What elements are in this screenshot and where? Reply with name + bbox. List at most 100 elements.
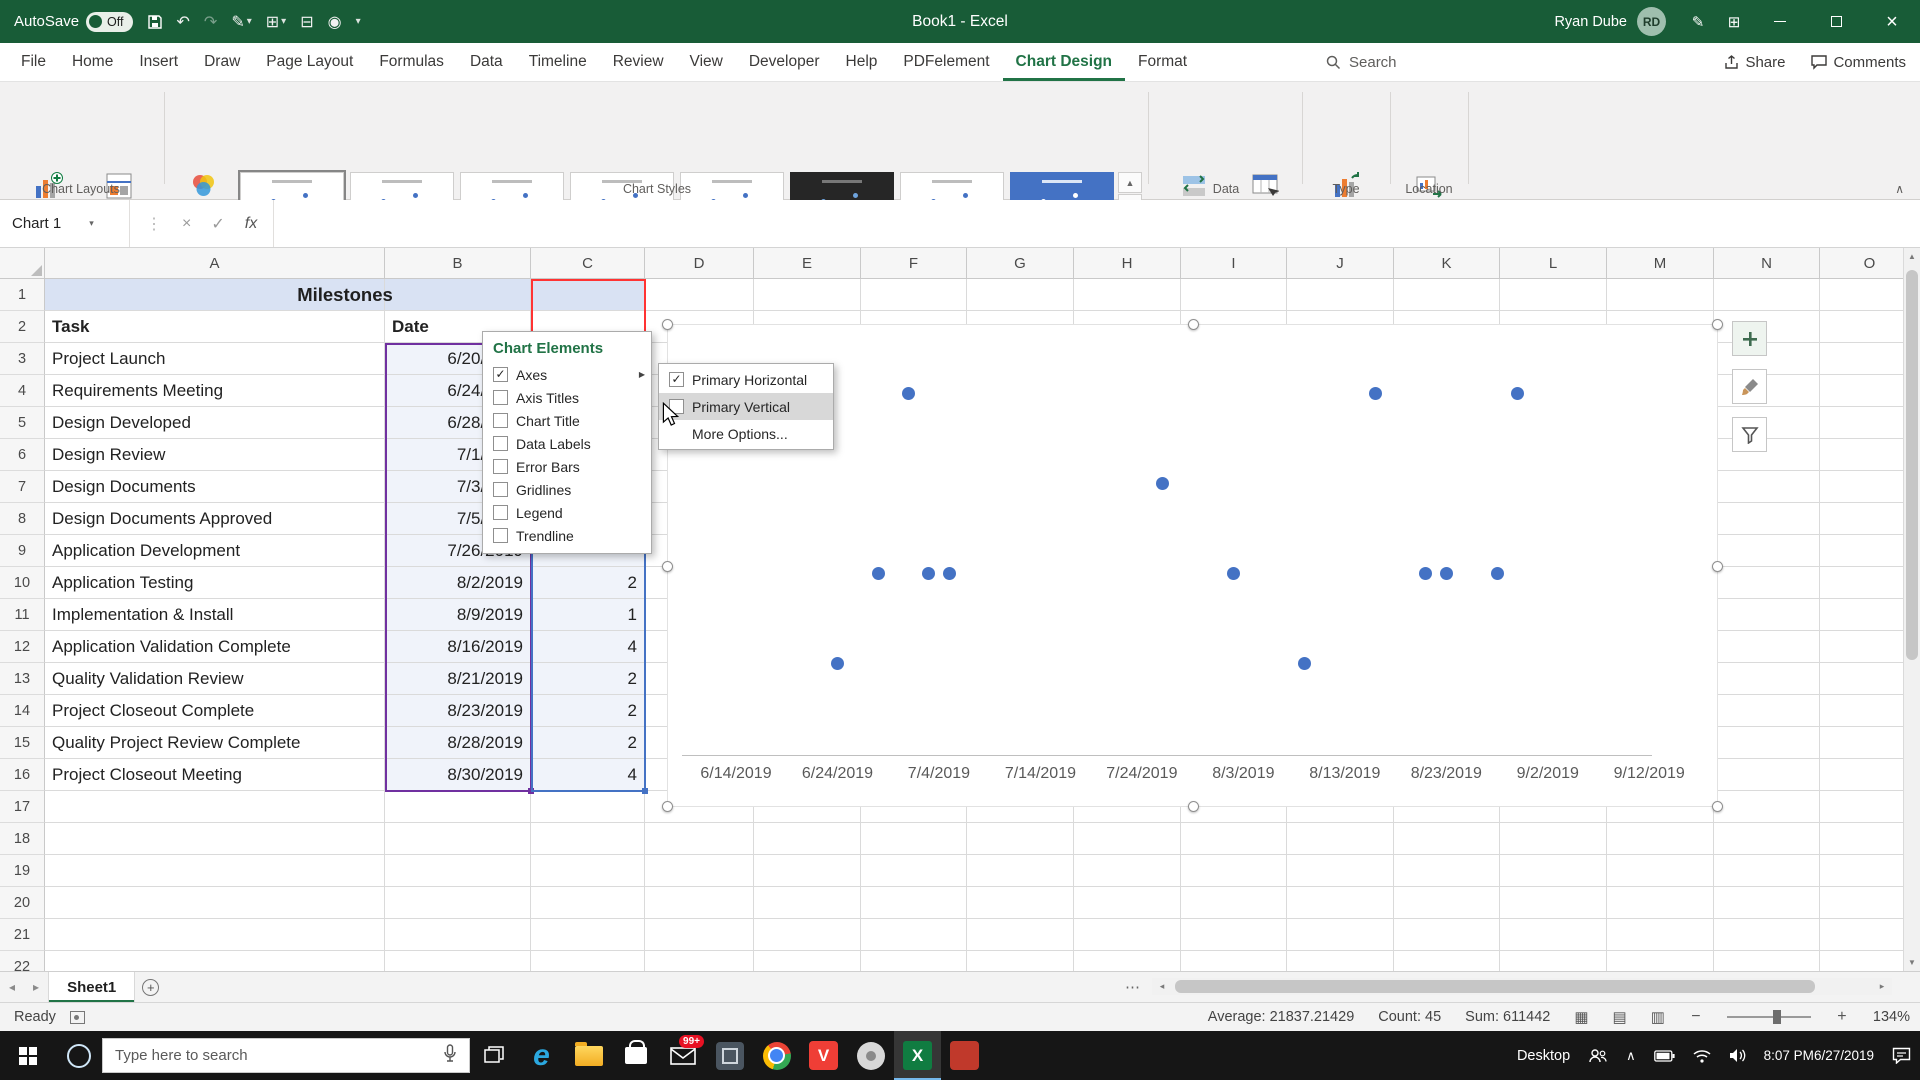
column-header-M[interactable]: M (1607, 248, 1714, 279)
cell-B14[interactable]: 8/23/2019 (385, 695, 531, 727)
cell[interactable] (967, 823, 1074, 855)
cell[interactable] (861, 919, 967, 951)
maximize-button[interactable] (1808, 0, 1864, 43)
column-header-J[interactable]: J (1287, 248, 1394, 279)
cell[interactable] (645, 919, 754, 951)
chart-elements-item-chart-title[interactable]: Chart Title (483, 409, 651, 432)
cancel-icon[interactable]: × (182, 215, 191, 233)
column-header-B[interactable]: B (385, 248, 531, 279)
data-point[interactable] (922, 566, 936, 580)
cell[interactable] (1500, 823, 1607, 855)
row-header-21[interactable]: 21 (0, 919, 45, 951)
cell[interactable] (385, 855, 531, 887)
volume-icon[interactable] (1720, 1031, 1755, 1080)
data-point[interactable] (1419, 566, 1433, 580)
cell[interactable] (1820, 919, 1903, 951)
merged-title-cell[interactable]: Milestones (45, 279, 645, 311)
ribbon-tab-data[interactable]: Data (457, 43, 516, 81)
cell[interactable] (1714, 343, 1820, 375)
scroll-right-icon[interactable]: ▸ (1872, 978, 1892, 995)
name-box-dropdown-icon[interactable]: ▾ (89, 218, 94, 229)
row-header-14[interactable]: 14 (0, 695, 45, 727)
new-sheet-button[interactable]: + (135, 972, 166, 1002)
checkbox[interactable] (493, 436, 508, 451)
checkbox[interactable] (493, 528, 508, 543)
avatar[interactable]: RD (1637, 7, 1666, 36)
cell[interactable] (1607, 279, 1714, 311)
cell[interactable] (1714, 279, 1820, 311)
checkbox[interactable] (493, 390, 508, 405)
data-point[interactable] (901, 386, 915, 400)
column-header-O[interactable]: O (1820, 248, 1903, 279)
scroll-left-icon[interactable]: ◂ (1152, 978, 1172, 995)
cell[interactable] (1287, 951, 1394, 971)
close-button[interactable]: × (1864, 0, 1920, 43)
ribbon-tab-help[interactable]: Help (833, 43, 891, 81)
borders-button[interactable]: ⊟ (300, 12, 313, 32)
chart-resize-handle[interactable] (1188, 319, 1199, 330)
chart-resize-handle[interactable] (662, 801, 673, 812)
column-header-G[interactable]: G (967, 248, 1074, 279)
cell[interactable] (1820, 343, 1903, 375)
cell[interactable] (1820, 599, 1903, 631)
cell[interactable] (1287, 855, 1394, 887)
data-point[interactable] (871, 566, 885, 580)
ribbon-display-options-icon[interactable]: ⊞ (1716, 0, 1752, 43)
cell[interactable] (967, 887, 1074, 919)
autosave-toggle[interactable]: Off (86, 11, 133, 32)
cell[interactable] (45, 791, 385, 823)
chart-elements-item-axis-titles[interactable]: Axis Titles (483, 386, 651, 409)
cell[interactable] (1394, 887, 1500, 919)
cell[interactable] (1500, 919, 1607, 951)
cell[interactable] (1820, 439, 1903, 471)
chart-resize-handle[interactable] (1188, 801, 1199, 812)
microphone-icon[interactable] (443, 1044, 457, 1067)
row-header-2[interactable]: 2 (0, 311, 45, 343)
cell[interactable] (1394, 823, 1500, 855)
cell[interactable] (45, 951, 385, 971)
cell[interactable] (754, 919, 861, 951)
chart-resize-handle[interactable] (662, 561, 673, 572)
cell-A7[interactable]: Design Documents (45, 471, 385, 503)
cell-C13[interactable]: 2 (531, 663, 645, 695)
cell[interactable] (1607, 919, 1714, 951)
cell[interactable] (45, 855, 385, 887)
taskbar-app-app-generic-2[interactable] (847, 1031, 894, 1080)
chart-resize-handle[interactable] (1712, 319, 1723, 330)
cell[interactable] (1820, 535, 1903, 567)
cell[interactable] (645, 823, 754, 855)
vertical-scroll-thumb[interactable] (1906, 270, 1918, 660)
insert-function-button[interactable]: fx (245, 215, 257, 233)
cell[interactable] (531, 823, 645, 855)
people-icon[interactable] (1579, 1031, 1617, 1080)
ink-icon[interactable]: ✎ (1680, 0, 1716, 43)
cell[interactable] (531, 855, 645, 887)
chart-elements-item-gridlines[interactable]: Gridlines (483, 478, 651, 501)
data-point[interactable] (830, 656, 844, 670)
cell-C14[interactable]: 2 (531, 695, 645, 727)
cell[interactable] (385, 919, 531, 951)
ribbon-tab-home[interactable]: Home (59, 43, 126, 81)
name-box[interactable]: Chart 1 ▾ (0, 200, 130, 247)
minimize-button[interactable] (1752, 0, 1808, 43)
cell[interactable] (1714, 855, 1820, 887)
cell[interactable] (861, 855, 967, 887)
row-header-19[interactable]: 19 (0, 855, 45, 887)
cell-A15[interactable]: Quality Project Review Complete (45, 727, 385, 759)
cell[interactable] (861, 279, 967, 311)
cell[interactable] (1714, 951, 1820, 971)
cell[interactable] (1820, 695, 1903, 727)
cell[interactable] (1714, 759, 1820, 791)
zoom-slider[interactable] (1726, 1010, 1811, 1024)
data-point[interactable] (1368, 386, 1382, 400)
row-header-9[interactable]: 9 (0, 535, 45, 567)
data-point[interactable] (1490, 566, 1504, 580)
cell[interactable] (1714, 567, 1820, 599)
cell-B12[interactable]: 8/16/2019 (385, 631, 531, 663)
cell[interactable] (754, 279, 861, 311)
cell-B16[interactable]: 8/30/2019 (385, 759, 531, 791)
cell[interactable] (967, 855, 1074, 887)
cell[interactable] (45, 887, 385, 919)
checkbox[interactable] (493, 482, 508, 497)
cell[interactable] (1181, 823, 1287, 855)
